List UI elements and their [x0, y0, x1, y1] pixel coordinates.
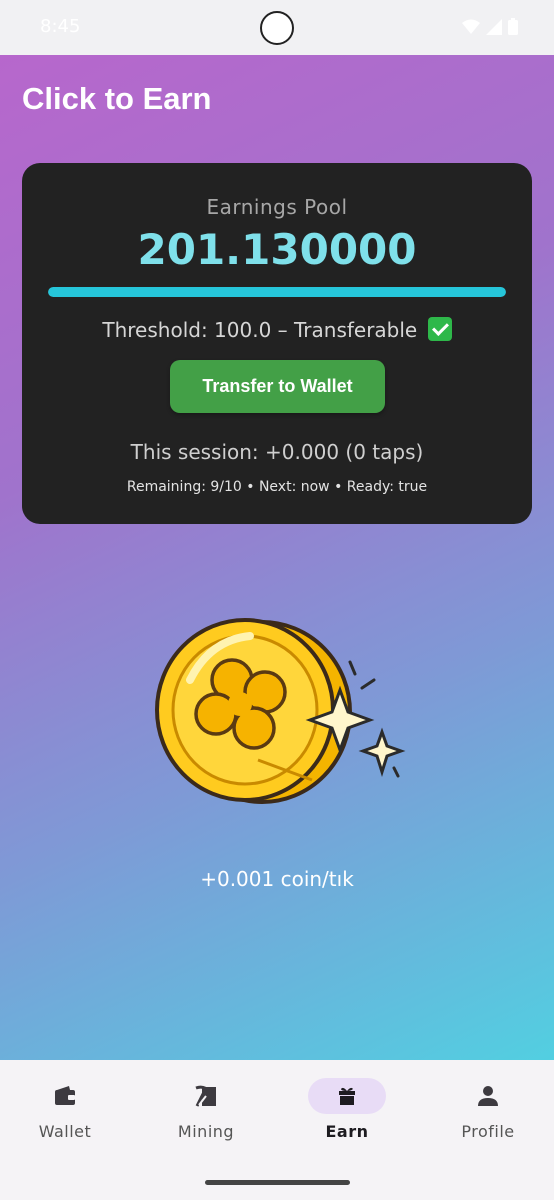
nav-item-profile[interactable]: Profile — [428, 1078, 548, 1141]
status-time: 8:45 — [40, 16, 81, 37]
transfer-to-wallet-button[interactable]: Transfer to Wallet — [170, 360, 385, 413]
nav-label-profile: Profile — [461, 1122, 515, 1141]
threshold-progress-bar — [48, 287, 506, 297]
earn-screen: Click to Earn Earnings Pool 201.130000 T… — [0, 55, 554, 1060]
wifi-icon — [462, 19, 480, 34]
signal-icon — [486, 18, 502, 35]
pickaxe-icon — [195, 1085, 216, 1107]
camera-cutout — [260, 11, 294, 45]
nav-item-earn[interactable]: Earn — [287, 1078, 407, 1141]
threshold-text: Threshold: 100.0 – Transferable — [102, 318, 418, 342]
battery-icon — [508, 18, 518, 35]
threshold-status: Threshold: 100.0 – Transferable — [22, 317, 532, 342]
nav-label-mining: Mining — [177, 1122, 235, 1141]
page-title: Click to Earn — [22, 81, 212, 116]
earnings-pool-card: Earnings Pool 201.130000 Threshold: 100.… — [22, 163, 532, 524]
tap-limit-info: Remaining: 9/10 • Next: now • Ready: tru… — [126, 479, 428, 495]
person-icon — [478, 1086, 498, 1106]
nav-item-wallet[interactable]: Wallet — [5, 1078, 125, 1141]
nav-icon-container — [308, 1078, 386, 1114]
nav-label-wallet: Wallet — [38, 1122, 92, 1141]
nav-label-earn: Earn — [325, 1122, 369, 1141]
coin-rate: +0.001 coin/tık — [200, 867, 354, 891]
nav-icon-container — [167, 1078, 245, 1114]
clover-coin-icon[interactable] — [150, 600, 410, 810]
status-bar: 8:45 — [0, 0, 554, 55]
nav-item-mining[interactable]: Mining — [146, 1078, 266, 1141]
threshold-progress-fill — [48, 287, 506, 297]
status-icons — [462, 18, 518, 35]
earnings-pool-label: Earnings Pool — [206, 195, 348, 219]
wallet-icon — [55, 1086, 75, 1105]
check-mark-icon — [427, 317, 452, 341]
nav-icon-container — [449, 1078, 527, 1114]
gift-icon — [339, 1087, 355, 1105]
nav-icon-container — [26, 1078, 104, 1114]
home-indicator[interactable] — [205, 1180, 350, 1185]
earnings-pool-amount: 201.130000 — [137, 225, 417, 274]
session-stats: This session: +0.000 (0 taps) — [130, 440, 424, 464]
bottom-navigation: Wallet Mining Earn Profile — [0, 1060, 554, 1200]
